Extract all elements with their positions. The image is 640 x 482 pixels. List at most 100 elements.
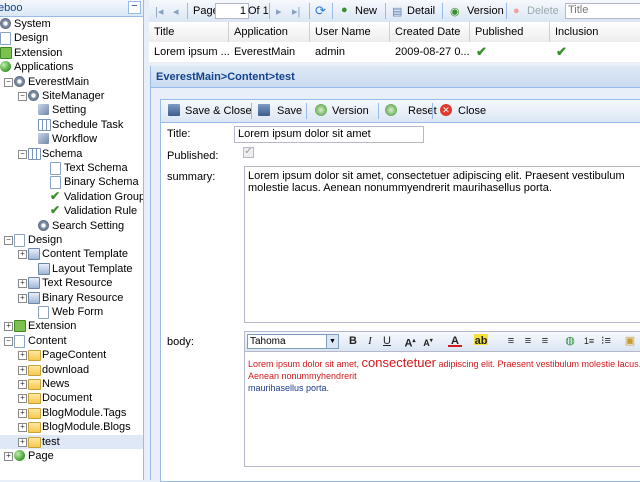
collapse-icon[interactable]: − — [4, 236, 13, 245]
column-header-application[interactable]: Application — [229, 22, 310, 42]
shrink-font-button[interactable]: A▾ — [421, 334, 435, 348]
underline-button[interactable]: U — [380, 334, 394, 348]
tree-item[interactable]: + Text Resource — [0, 276, 143, 290]
version-button[interactable]: Version — [467, 5, 504, 17]
column-header-title[interactable]: Title — [149, 22, 229, 42]
tree-item[interactable]: Setting — [0, 103, 143, 117]
last-page-icon[interactable]: ▸| — [292, 5, 300, 18]
next-page-icon[interactable]: ▸ — [276, 5, 282, 18]
tree-item[interactable]: + PageContent — [0, 348, 143, 362]
tree-item[interactable]: + Extension — [0, 319, 143, 333]
tree-item[interactable]: Search Setting — [0, 219, 143, 233]
tree-item[interactable]: − Content — [0, 334, 143, 348]
folder-icon — [28, 379, 41, 390]
tree-item[interactable]: − Design — [0, 233, 143, 247]
tree-item[interactable]: Binary Schema — [0, 175, 143, 190]
tree-item[interactable]: + Document — [0, 391, 143, 405]
tree-item[interactable]: Schedule Task — [0, 118, 143, 132]
tree-item[interactable]: ✔ Validation Group — [0, 190, 143, 204]
expand-icon[interactable]: + — [18, 437, 27, 447]
expand-icon[interactable]: + — [18, 423, 27, 433]
close-icon: ✕ — [440, 104, 452, 116]
tree-item-label: Extension — [14, 46, 63, 59]
tree-item[interactable]: Workflow — [0, 132, 143, 146]
tree-item[interactable]: − SiteManager — [0, 89, 143, 103]
align-right-icon[interactable]: ≡ — [538, 334, 552, 348]
tree-item[interactable]: + BlogModule.Blogs — [0, 420, 143, 434]
tree-item[interactable]: + download — [0, 363, 143, 377]
collapse-icon[interactable]: − — [18, 92, 27, 101]
collapse-button[interactable]: − — [128, 1, 141, 14]
first-page-icon[interactable]: |◂ — [155, 5, 163, 18]
tree-item[interactable]: − EverestMain — [0, 75, 143, 89]
expand-icon[interactable]: + — [18, 408, 27, 418]
column-header-created-date[interactable]: Created Date — [390, 22, 470, 42]
chevron-down-icon[interactable]: ▼ — [326, 335, 338, 348]
expand-icon[interactable]: + — [18, 279, 27, 289]
tree-item[interactable]: ✔ Validation Rule — [0, 204, 143, 218]
refresh-icon[interactable]: ⟳ — [315, 3, 326, 19]
toolbar-separator — [432, 103, 433, 119]
font-select[interactable]: Tahoma ▼ — [247, 334, 339, 349]
tree-item[interactable]: − Schema — [0, 147, 143, 161]
italic-button[interactable]: I — [363, 334, 377, 348]
expand-icon[interactable]: + — [18, 380, 27, 389]
collapse-icon[interactable]: − — [4, 336, 13, 346]
bullet-list-icon[interactable]: ⁝≡ — [599, 334, 613, 348]
tree-item[interactable]: + test — [0, 434, 143, 449]
tree-item[interactable]: Extension — [0, 46, 143, 60]
summary-textarea[interactable]: Lorem ipsum dolor sit amet, consectetuer… — [244, 166, 640, 323]
toolbar-separator — [306, 103, 307, 119]
tree-item[interactable]: + Page — [0, 449, 143, 463]
collapse-icon[interactable]: − — [4, 77, 13, 87]
tree-item[interactable]: Web Form — [0, 305, 143, 319]
toolbar-separator — [442, 3, 443, 19]
align-left-icon[interactable]: ≡ — [504, 334, 518, 348]
tree-item[interactable]: Applications — [0, 60, 143, 74]
title-field[interactable]: Lorem ipsum dolor sit amet — [234, 126, 424, 143]
column-header-user-name[interactable]: User Name — [310, 22, 390, 42]
tree-item-label: Extension — [28, 320, 77, 333]
delete-button[interactable]: Delete — [527, 5, 559, 17]
tree-item[interactable]: Layout Template — [0, 262, 143, 276]
tree-item[interactable]: + Content Template — [0, 247, 143, 261]
detail-button[interactable]: Detail — [407, 5, 435, 17]
ordered-list-icon[interactable]: 1≡ — [582, 334, 596, 348]
tree-item[interactable]: + Binary Resource — [0, 291, 143, 305]
expand-icon[interactable]: + — [4, 452, 13, 461]
tree-item-label: Search Setting — [52, 219, 125, 232]
editor-toolbar: Save & Close Save Version Reset ✕ Close — [161, 100, 640, 123]
toolbar-separator — [378, 103, 379, 119]
tree-item[interactable]: + News — [0, 377, 143, 391]
column-header-published[interactable]: Published — [470, 22, 550, 42]
align-center-icon[interactable]: ≡ — [521, 334, 535, 348]
collapse-icon[interactable]: − — [18, 149, 27, 159]
tree-item[interactable]: System — [0, 17, 143, 31]
table-row[interactable]: Lorem ipsum ... EverestMain admin 2009-0… — [149, 42, 640, 63]
expand-icon[interactable]: + — [18, 250, 27, 260]
source-edit-icon[interactable]: ▣ — [623, 334, 637, 348]
tree-item[interactable]: + BlogModule.Tags — [0, 406, 143, 420]
title-filter-input[interactable]: Title — [565, 3, 640, 19]
bold-button[interactable]: B — [346, 334, 360, 348]
grow-font-button[interactable]: A▴ — [403, 334, 417, 350]
link-icon[interactable]: ◍ — [563, 334, 577, 348]
tree-item-label: Design — [28, 234, 63, 246]
expand-icon[interactable]: + — [18, 351, 27, 361]
highlight-button[interactable]: ab — [474, 334, 488, 347]
rte-body[interactable]: Lorem ipsum dolor sit amet, consectetuer… — [248, 356, 640, 394]
inclusion-check-icon: ✔ — [556, 44, 567, 59]
prev-page-icon[interactable]: ◂ — [173, 5, 179, 18]
page-input[interactable] — [215, 3, 249, 19]
expand-icon[interactable]: + — [18, 293, 27, 303]
new-button[interactable]: New — [355, 5, 377, 17]
tree-item[interactable]: Design — [0, 31, 143, 46]
expand-icon[interactable]: + — [18, 365, 27, 375]
cell-created-date: 2009-08-27 0... — [395, 46, 470, 58]
expand-icon[interactable]: + — [4, 322, 13, 332]
font-color-button[interactable]: A — [448, 334, 462, 347]
column-header-inclusion[interactable]: Inclusion — [550, 22, 640, 42]
published-checkbox[interactable]: ✓ — [243, 147, 254, 158]
expand-icon[interactable]: + — [18, 394, 27, 404]
tree-item[interactable]: Text Schema — [0, 161, 143, 175]
